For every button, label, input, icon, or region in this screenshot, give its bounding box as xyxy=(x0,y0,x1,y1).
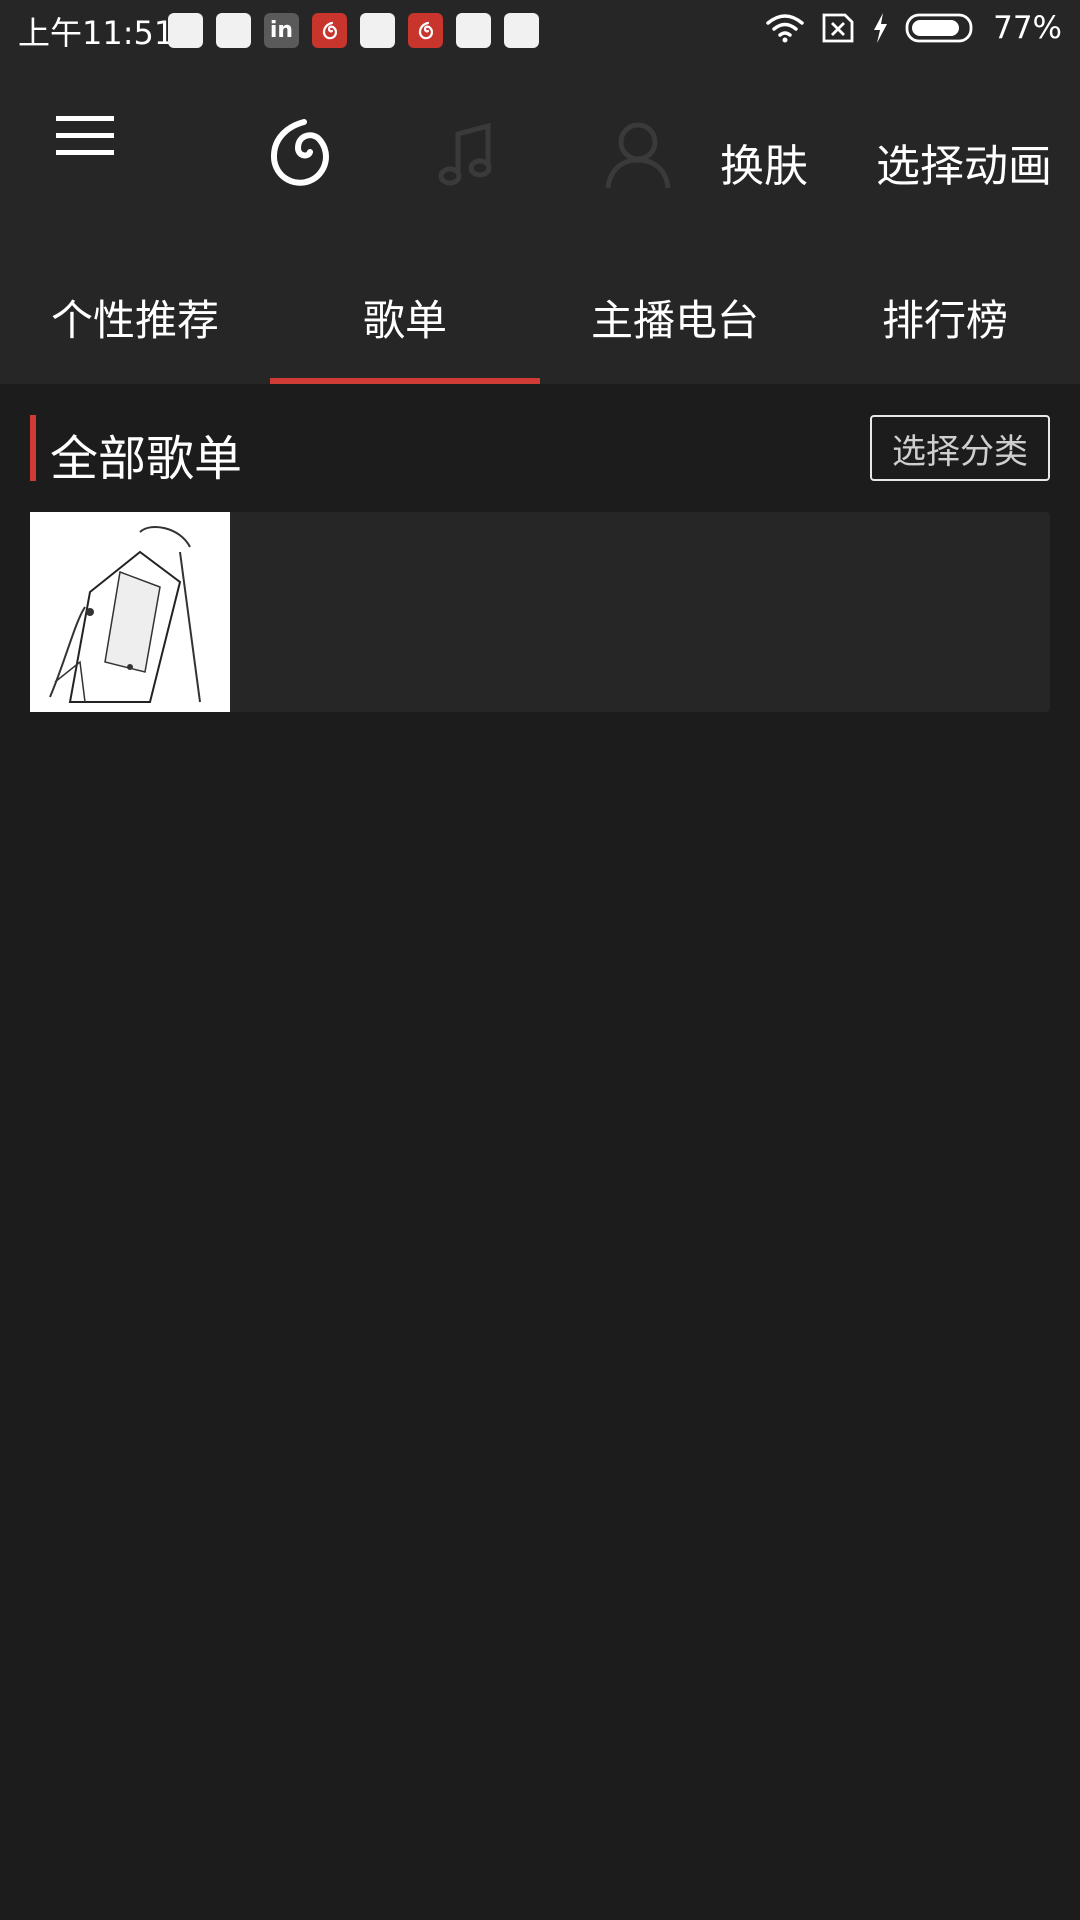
tab-label: 排行榜 xyxy=(881,295,1008,345)
my-music-nav-button[interactable] xyxy=(424,112,510,198)
status-bar: 上午11:51 in 77% xyxy=(0,0,1080,60)
tab-playlists[interactable]: 歌单 xyxy=(270,250,540,384)
friends-nav-button[interactable] xyxy=(596,112,682,198)
select-category-label: 选择分类 xyxy=(892,431,1028,472)
cover-artwork xyxy=(30,512,230,712)
active-tab-indicator xyxy=(270,378,540,384)
menu-button[interactable] xyxy=(44,104,124,168)
playlist-card[interactable] xyxy=(30,512,1050,712)
no-sim-icon xyxy=(822,13,854,43)
linkedin-icon: in xyxy=(264,13,299,48)
select-animation-button[interactable]: 选择动画 xyxy=(876,130,1052,194)
status-time: 上午11:51 xyxy=(18,14,175,52)
app-notification-icon xyxy=(504,13,539,48)
user-icon xyxy=(605,122,671,189)
tab-bar: 个性推荐 歌单 主播电台 排行榜 xyxy=(0,250,1080,384)
battery-percentage: 77% xyxy=(993,10,1062,46)
notification-icons: in xyxy=(168,13,539,48)
netease-music-icon xyxy=(408,13,443,48)
tab-label: 主播电台 xyxy=(590,295,759,345)
change-skin-button[interactable]: 换肤 xyxy=(720,130,808,194)
playlist-cover-image xyxy=(30,512,230,712)
status-indicators: 77% xyxy=(765,10,1062,46)
hamburger-menu-icon xyxy=(56,116,114,155)
tab-personal-recommend[interactable]: 个性推荐 xyxy=(0,250,270,384)
netease-music-icon xyxy=(312,13,347,48)
tab-label: 个性推荐 xyxy=(50,295,219,345)
app-notification-icon xyxy=(216,13,251,48)
section-header: 全部歌单 选择分类 xyxy=(30,415,1050,487)
app-notification-icon xyxy=(168,13,203,48)
music-note-icon xyxy=(438,122,492,186)
tab-label: 歌单 xyxy=(362,295,447,345)
wifi-icon xyxy=(766,14,804,43)
tab-anchor-radio[interactable]: 主播电台 xyxy=(540,250,810,384)
app-notification-icon xyxy=(456,13,491,48)
section-title: 全部歌单 xyxy=(50,431,243,487)
tab-charts[interactable]: 排行榜 xyxy=(810,250,1080,384)
charging-icon xyxy=(874,13,888,43)
top-app-bar: 换肤 选择动画 xyxy=(0,60,1080,250)
discover-nav-button[interactable] xyxy=(258,112,344,198)
battery-icon xyxy=(905,13,973,43)
section-accent-bar xyxy=(30,415,36,481)
netease-music-logo-icon xyxy=(270,119,329,186)
select-category-button[interactable]: 选择分类 xyxy=(870,415,1050,481)
app-notification-icon xyxy=(360,13,395,48)
